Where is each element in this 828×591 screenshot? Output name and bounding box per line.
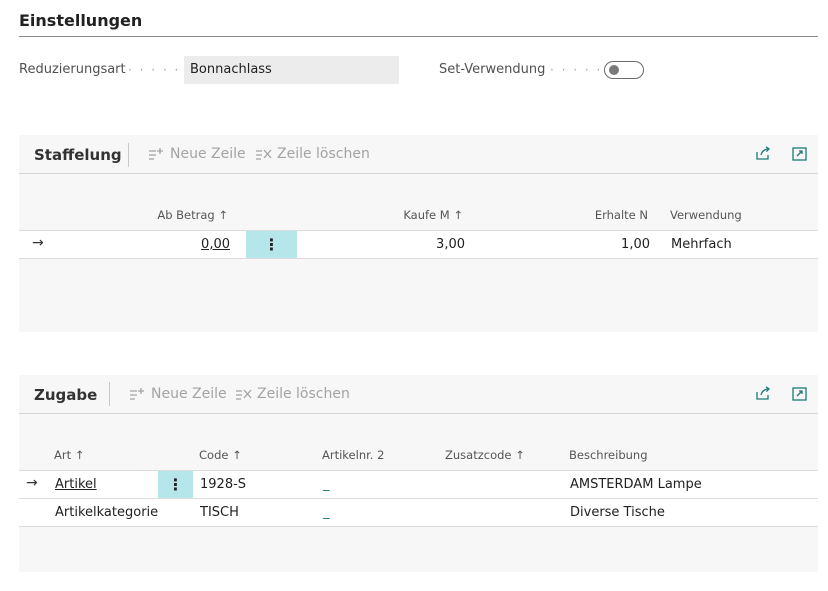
row-divider: [19, 258, 818, 259]
staffelung-delete-row-button[interactable]: Zeile löschen: [255, 146, 370, 162]
cell-beschreibung[interactable]: AMSTERDAM Lampe: [570, 477, 702, 492]
col-beschreibung[interactable]: Beschreibung: [569, 448, 648, 462]
cell-ab-betrag[interactable]: 0,00: [140, 237, 230, 252]
section-title-einstellungen: Einstellungen: [19, 11, 143, 30]
current-row-arrow-icon: →: [32, 235, 44, 251]
row-divider: [19, 526, 818, 527]
expand-icon[interactable]: [792, 387, 807, 405]
expand-icon[interactable]: [792, 147, 807, 165]
cell-art[interactable]: Artikelkategorie: [55, 505, 158, 520]
staffelung-new-row-button[interactable]: Neue Zeile: [148, 146, 246, 162]
col-ab-betrag[interactable]: Ab Betrag ↑: [140, 208, 228, 222]
cell-code[interactable]: TISCH: [200, 505, 239, 520]
staffelung-title: Staffelung: [34, 146, 122, 164]
set-usage-toggle[interactable]: [604, 61, 644, 79]
zugabe-new-row-button[interactable]: Neue Zeile: [129, 386, 227, 402]
section-divider: [19, 36, 818, 37]
current-row-arrow-icon: →: [26, 475, 38, 491]
toolbar-separator: [109, 382, 110, 406]
cell-kaufe[interactable]: 3,00: [370, 237, 465, 252]
cell-verwendung[interactable]: Mehrfach: [671, 237, 732, 252]
toolbar-separator: [128, 143, 129, 167]
set-usage-label: Set-Verwendung: [439, 62, 546, 77]
col-zusatzcode[interactable]: Zusatzcode ↑: [445, 448, 525, 462]
share-icon[interactable]: [755, 146, 772, 165]
col-verwendung[interactable]: Verwendung: [670, 208, 742, 222]
row-menu-button[interactable]: ⋮: [158, 471, 193, 498]
new-row-label: Neue Zeile: [151, 386, 227, 402]
col-art[interactable]: Art ↑: [54, 448, 84, 462]
col-code[interactable]: Code ↑: [199, 448, 242, 462]
zugabe-title: Zugabe: [34, 386, 98, 404]
cell-erhalte[interactable]: 1,00: [560, 237, 650, 252]
cell-beschreibung[interactable]: Diverse Tische: [570, 505, 665, 520]
cell-artikelnr2[interactable]: _: [323, 505, 330, 520]
cell-code[interactable]: 1928-S: [200, 477, 246, 492]
cell-artikelnr2[interactable]: _: [323, 477, 330, 492]
reduction-type-field[interactable]: Bonnachlass: [184, 56, 399, 84]
new-row-icon: [148, 147, 166, 161]
col-erhalte[interactable]: Erhalte N: [560, 208, 648, 222]
delete-row-label: Zeile löschen: [257, 386, 350, 402]
reduction-type-label: Reduzierungsart: [19, 62, 126, 77]
new-row-label: Neue Zeile: [170, 146, 246, 162]
col-kaufe[interactable]: Kaufe M ↑: [370, 208, 463, 222]
delete-row-icon: [235, 387, 253, 401]
reduction-type-dots: · · · · · ·: [128, 63, 192, 77]
panel-header-divider: [19, 413, 818, 414]
col-artikelnr2[interactable]: Artikelnr. 2: [322, 448, 384, 462]
toggle-knob: [609, 65, 619, 75]
cell-art[interactable]: Artikel: [55, 477, 97, 492]
panel-header-divider: [19, 173, 818, 174]
new-row-icon: [129, 387, 147, 401]
share-icon[interactable]: [755, 386, 772, 405]
delete-row-label: Zeile löschen: [277, 146, 370, 162]
row-menu-button[interactable]: ⋮: [246, 231, 297, 258]
delete-row-icon: [255, 147, 273, 161]
zugabe-delete-row-button[interactable]: Zeile löschen: [235, 386, 350, 402]
